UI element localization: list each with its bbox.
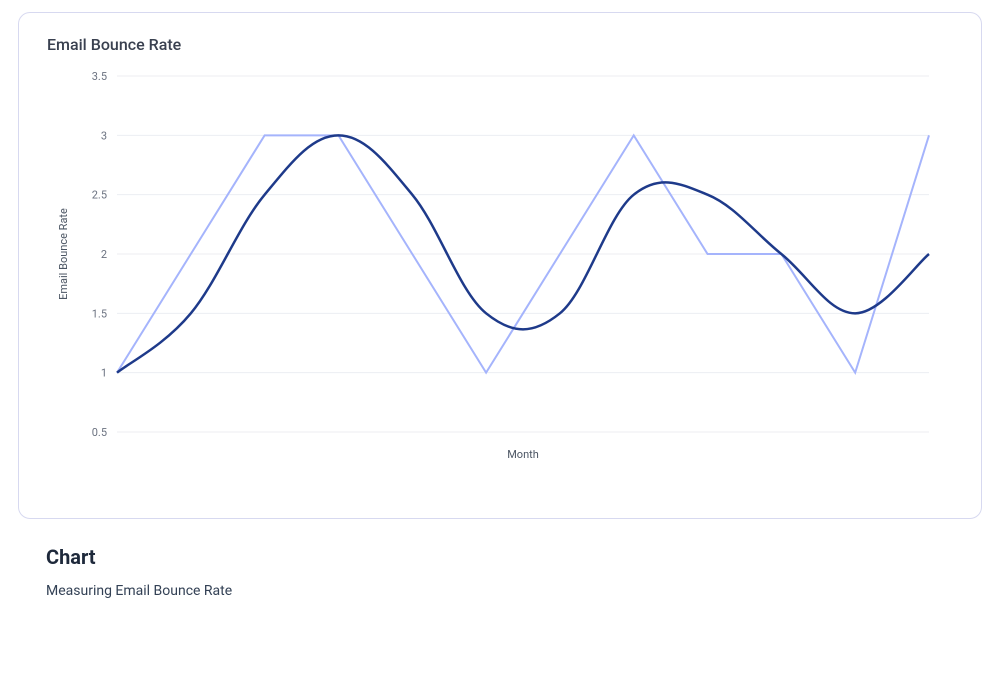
y-tick-label: 2.5 xyxy=(92,189,107,202)
y-axis-label: Email Bounce Rate xyxy=(57,208,70,300)
section-heading: Chart xyxy=(46,545,982,569)
y-tick-label: 1.5 xyxy=(92,307,107,320)
y-tick-label: 3 xyxy=(101,129,107,142)
section-subtitle: Measuring Email Bounce Rate xyxy=(46,583,982,599)
chart-plot: 0.5 1 1.5 2 2.5 3 3.5 Month Email Bounce Rate xyxy=(47,66,953,486)
chart-card: Email Bounce Rate 0.5 1 1.5 2 2.5 3 3.5 Month Em… xyxy=(18,12,982,519)
x-axis-label: Month xyxy=(507,448,539,461)
y-tick-label: 3.5 xyxy=(92,70,107,83)
y-tick-label: 1 xyxy=(101,367,107,380)
chart-title: Email Bounce Rate xyxy=(47,35,953,54)
y-tick-label: 0.5 xyxy=(92,426,107,439)
y-tick-label: 2 xyxy=(101,248,107,261)
